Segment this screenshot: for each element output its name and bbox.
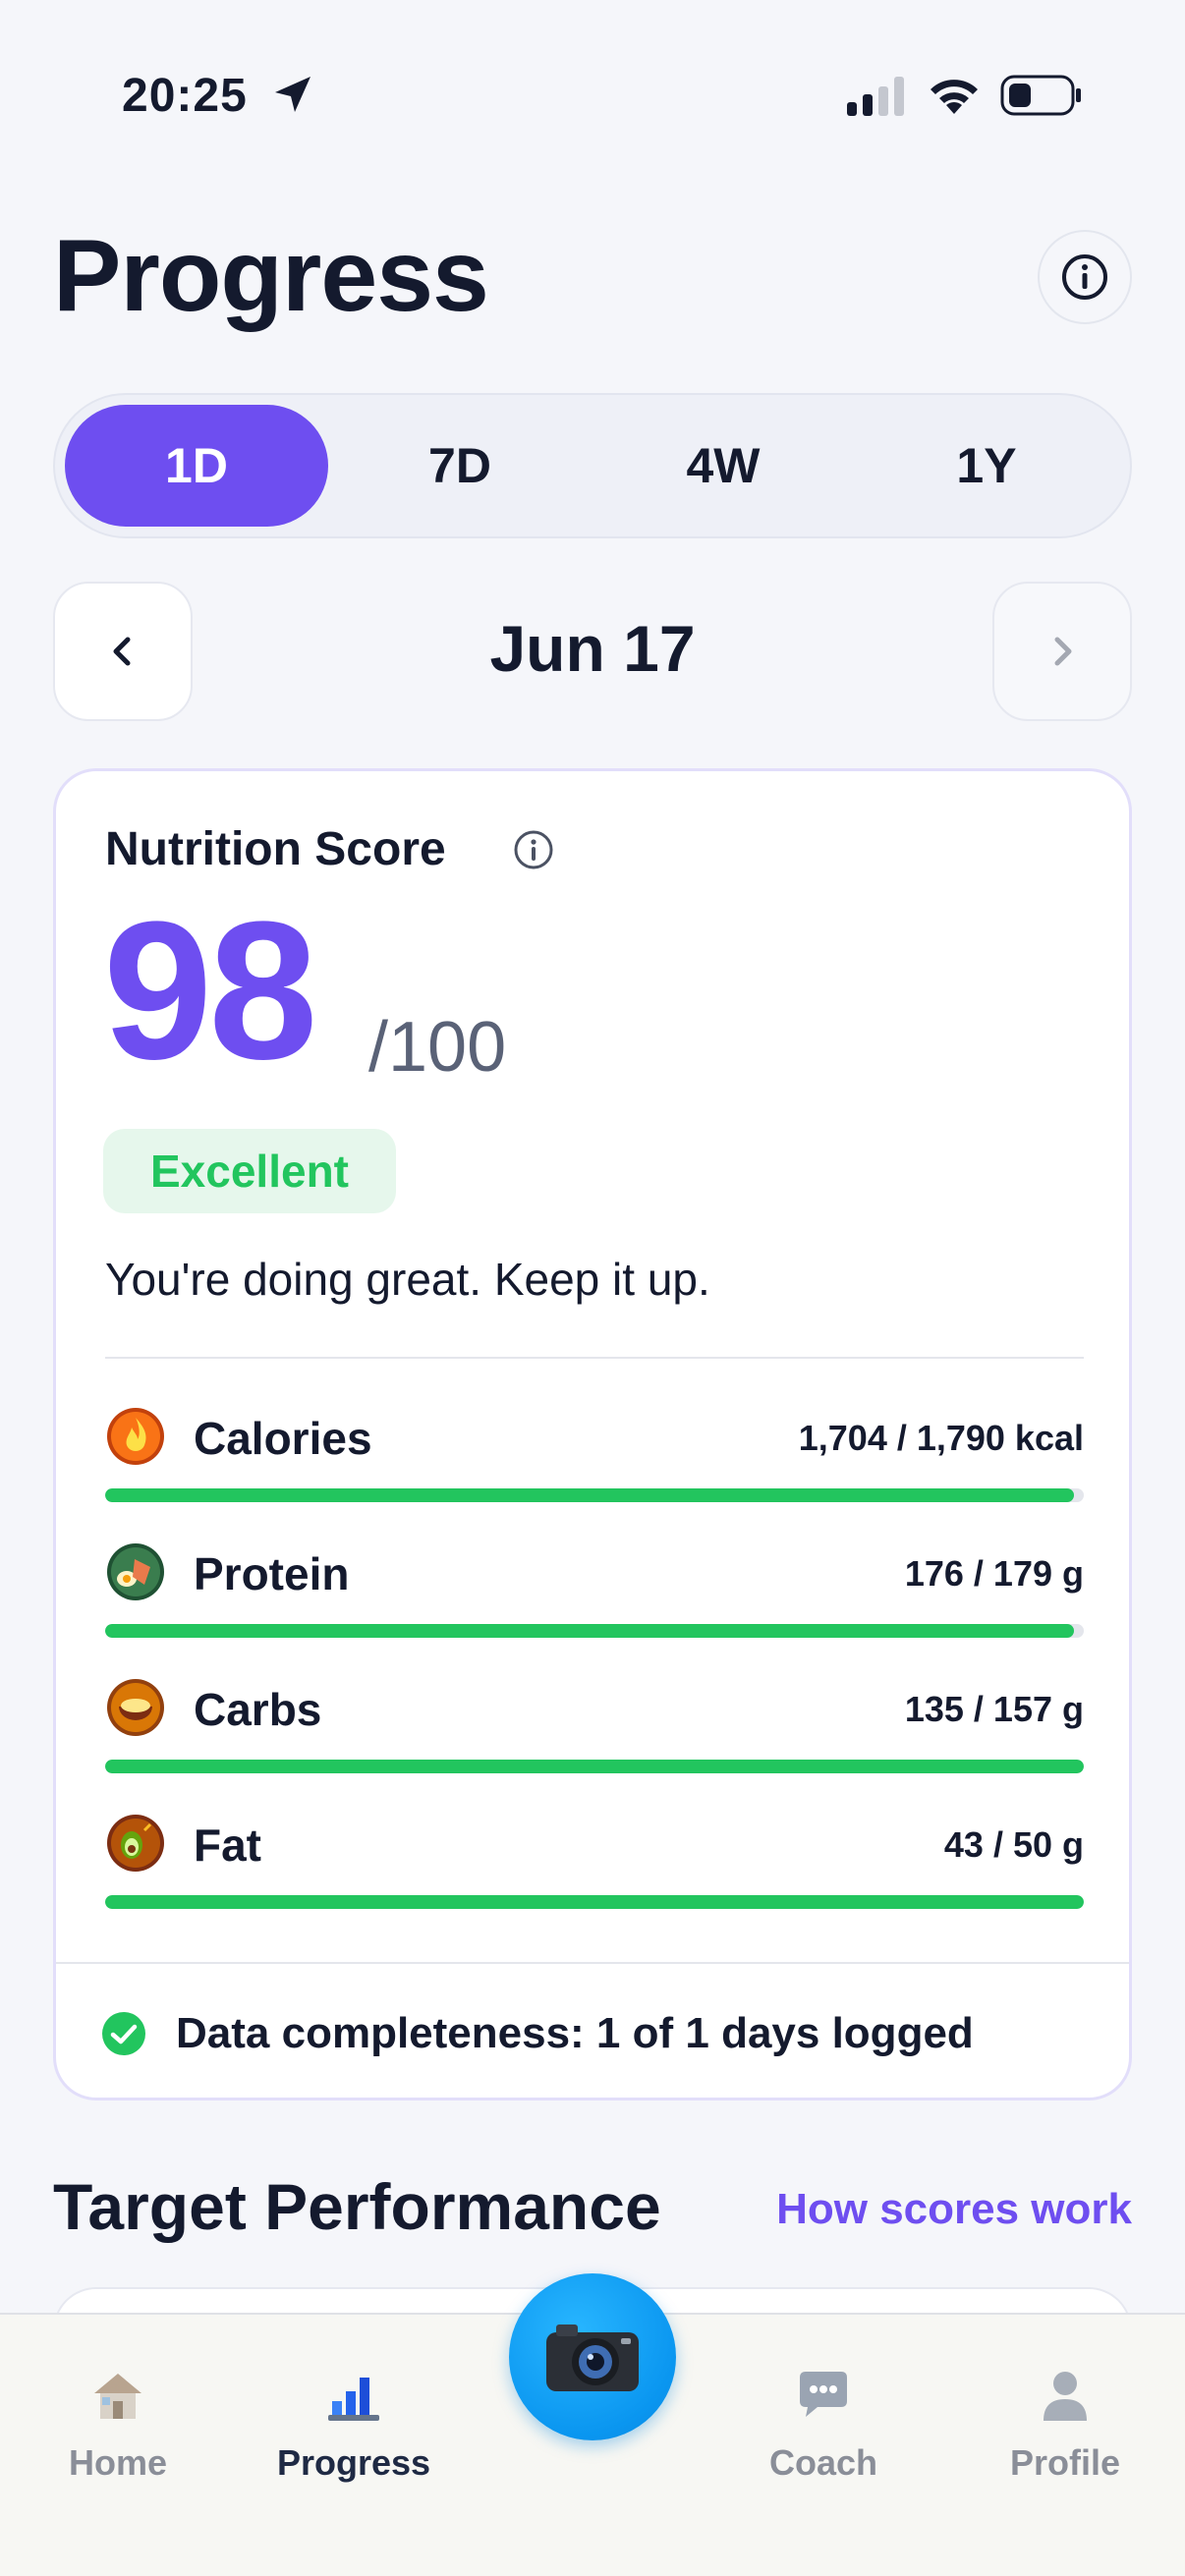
tab-coach[interactable]: Coach: [715, 2313, 931, 2509]
status-time: 20:25: [122, 70, 248, 122]
tab-progress[interactable]: Progress: [246, 2313, 462, 2509]
divider: [105, 1357, 1084, 1359]
macro-name: Carbs: [194, 1684, 322, 1735]
nutrition-score-card: Nutrition Score 98 /100 Excellent You're…: [53, 768, 1132, 2100]
score-max: /100: [368, 1008, 507, 1087]
info-button[interactable]: [1038, 230, 1132, 324]
wifi-icon: [931, 80, 978, 114]
info-icon[interactable]: [512, 828, 555, 871]
date-label: Jun 17: [489, 612, 696, 685]
protein-food-icon: [107, 1543, 164, 1600]
cellular-signal-icon: [847, 77, 904, 116]
macro-progress-fill: [105, 1488, 1075, 1502]
chevron-right-icon: [1054, 637, 1072, 666]
range-tab-1y[interactable]: 1Y: [855, 405, 1118, 527]
range-tab-4w[interactable]: 4W: [592, 405, 855, 527]
camera-button[interactable]: [509, 2273, 676, 2440]
range-tab-7d[interactable]: 7D: [328, 405, 592, 527]
macro-progress-bar: [105, 1760, 1084, 1773]
location-arrow-icon: [275, 77, 310, 112]
data-completeness-text: Data completeness: 1 of 1 days logged: [176, 2009, 974, 2057]
target-performance-title: Target Performance: [53, 2170, 661, 2243]
tab-label: Progress: [276, 2442, 431, 2483]
range-tab-1d[interactable]: 1D: [65, 405, 328, 527]
data-completeness-row: Data completeness: 1 of 1 days logged: [56, 1962, 1129, 2098]
tab-profile[interactable]: Profile: [957, 2313, 1173, 2509]
grain-bowl-icon: [107, 1679, 164, 1736]
chat-bubble-icon: [800, 2372, 847, 2417]
camera-icon: [546, 2324, 639, 2391]
tab-home[interactable]: Home: [10, 2313, 226, 2509]
macro-progress-bar: [105, 1895, 1084, 1909]
bar-chart-icon: [328, 2378, 379, 2421]
macro-progress-bar: [105, 1488, 1084, 1502]
macro-row-carbs: Carbs 135 / 157 g: [105, 1677, 1084, 1795]
macro-progress-fill: [105, 1624, 1075, 1638]
info-icon: [1062, 254, 1107, 300]
status-bar: 20:25: [0, 0, 1185, 196]
macro-name: Protein: [194, 1548, 350, 1599]
how-scores-work-link[interactable]: How scores work: [776, 2185, 1132, 2234]
nutrition-score-title: Nutrition Score: [105, 823, 446, 875]
avocado-icon: [107, 1815, 164, 1872]
macro-progress-fill: [105, 1760, 1084, 1773]
macro-value: 135 / 157 g: [904, 1689, 1084, 1729]
person-icon: [1044, 2372, 1087, 2421]
fire-icon: [107, 1408, 164, 1465]
battery-icon: [1000, 75, 1081, 116]
progress-screen: 20:25 Progress 1D 7D 4W 1Y Jun 17 Nutrit…: [0, 0, 1185, 2576]
macro-name: Calories: [194, 1413, 372, 1464]
macro-row-protein: Protein 176 / 179 g: [105, 1541, 1084, 1659]
page-title: Progress: [53, 219, 489, 333]
next-day-button[interactable]: [992, 582, 1132, 721]
tab-label: Profile: [1009, 2442, 1121, 2483]
macro-progress-bar: [105, 1624, 1084, 1638]
macro-row-calories: Calories 1,704 / 1,790 kcal: [105, 1406, 1084, 1524]
score-status-badge: Excellent: [103, 1129, 396, 1213]
macro-name: Fat: [194, 1820, 261, 1871]
chevron-left-icon: [113, 637, 131, 666]
tab-label: Home: [68, 2442, 168, 2483]
macro-row-fat: Fat 43 / 50 g: [105, 1813, 1084, 1931]
macro-value: 43 / 50 g: [943, 1824, 1084, 1865]
score-value: 98: [103, 881, 317, 1100]
previous-day-button[interactable]: [53, 582, 193, 721]
macro-progress-fill: [105, 1895, 1084, 1909]
check-circle-icon: [102, 2012, 145, 2055]
tab-label: Coach: [768, 2442, 878, 2483]
home-icon: [94, 2374, 141, 2419]
macro-value: 176 / 179 g: [904, 1553, 1084, 1594]
range-segmented-control: 1D 7D 4W 1Y: [53, 393, 1132, 538]
score-message: You're doing great. Keep it up.: [105, 1254, 710, 1305]
macro-value: 1,704 / 1,790 kcal: [798, 1418, 1084, 1458]
